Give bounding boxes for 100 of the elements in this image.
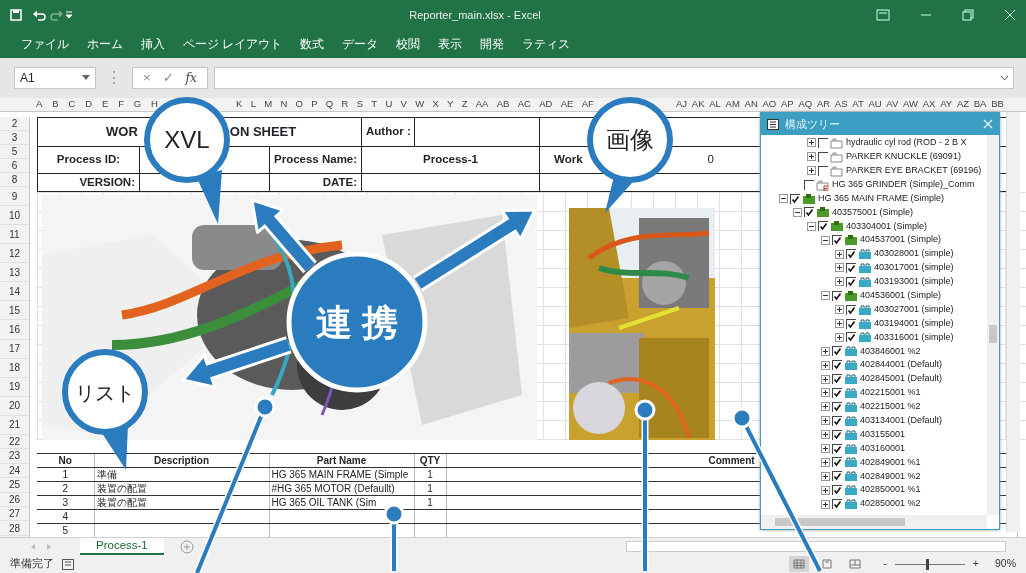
dropdown-icon[interactable]	[82, 75, 90, 81]
cancel-button[interactable]: ×	[143, 68, 151, 88]
tree-item[interactable]: PARKER KNUCKLE (69091)	[846, 150, 961, 164]
checkbox[interactable]	[832, 360, 842, 371]
tree-item[interactable]: 403575001 (Simple)	[832, 205, 914, 220]
checkbox[interactable]	[832, 401, 842, 412]
column-header[interactable]: AU	[867, 97, 883, 112]
ribbon-tab[interactable]: 挿入	[132, 35, 174, 53]
row-header[interactable]: 9	[0, 187, 29, 207]
expand-icon[interactable]	[821, 402, 830, 412]
tree-item[interactable]: 403160001	[860, 441, 906, 456]
column-header[interactable]: AL	[708, 97, 722, 112]
checkbox[interactable]	[832, 346, 842, 357]
collapse-icon[interactable]	[821, 291, 830, 301]
tree-item[interactable]: 402850001 %2	[860, 497, 921, 511]
zoom-in-button[interactable]: +	[972, 556, 979, 572]
column-header[interactable]: A	[35, 97, 44, 112]
customize-icon[interactable]	[64, 9, 74, 21]
view-button[interactable]	[789, 556, 810, 572]
column-header[interactable]: AZ	[955, 97, 970, 112]
column-header[interactable]: AE	[559, 97, 575, 112]
row-header[interactable]: 24	[0, 463, 29, 479]
expand-icon[interactable]	[821, 346, 830, 356]
zoom-level[interactable]: 90%	[995, 556, 1016, 572]
column-header[interactable]: H	[150, 97, 159, 112]
tree-item[interactable]: 403134001 (Default)	[860, 414, 943, 428]
row-header[interactable]: 20	[0, 396, 29, 416]
checkbox[interactable]	[818, 151, 828, 162]
row-header[interactable]: 13	[0, 263, 29, 283]
ribbon-tab[interactable]: データ	[333, 35, 388, 53]
row-header[interactable]: 6	[0, 159, 29, 173]
tree-item[interactable]: 403846001 %2	[860, 344, 921, 359]
column-header[interactable]: Z	[460, 97, 469, 112]
expand-icon[interactable]	[821, 471, 830, 481]
ribbon-tab[interactable]: ページ レイアウト	[174, 35, 292, 53]
sheet-tab[interactable]: Process-1	[80, 538, 164, 555]
expand-icon[interactable]	[835, 319, 844, 328]
row-header[interactable]: 27	[0, 506, 29, 522]
column-header[interactable]: AC	[516, 97, 532, 112]
column-header[interactable]: AQ	[797, 97, 814, 112]
row-header[interactable]: 18	[0, 358, 29, 378]
column-header[interactable]: AK	[690, 97, 706, 112]
expand-icon[interactable]	[807, 166, 816, 176]
checkbox[interactable]	[846, 318, 856, 329]
checkbox[interactable]	[832, 235, 842, 246]
tree-item[interactable]: 403316001 (simple)	[874, 330, 954, 345]
tree-item[interactable]: 403194001 (simple)	[874, 316, 954, 331]
checkbox[interactable]	[846, 304, 856, 315]
column-header[interactable]: E	[100, 97, 110, 112]
row-header[interactable]: 2	[0, 117, 29, 131]
expand-icon[interactable]	[821, 374, 830, 384]
expand-icon[interactable]	[821, 444, 830, 454]
row-header[interactable]: 11	[0, 225, 29, 245]
expand-icon[interactable]	[821, 457, 830, 467]
column-header[interactable]: BB	[990, 97, 1005, 112]
ribbon-tab[interactable]: 表示	[429, 35, 472, 53]
scrollbar[interactable]	[761, 515, 987, 529]
checkbox[interactable]	[832, 387, 842, 398]
column-header[interactable]: AJ	[675, 97, 689, 112]
checkbox[interactable]	[846, 276, 856, 287]
zoom-out-button[interactable]: -	[883, 556, 887, 572]
expand-icon[interactable]	[835, 305, 844, 315]
column-header[interactable]: AO	[761, 97, 778, 112]
row-header[interactable]: 14	[0, 282, 29, 302]
expand-icon[interactable]	[807, 152, 816, 162]
expand-icon[interactable]	[835, 277, 844, 287]
checkbox[interactable]	[832, 415, 842, 426]
macro-icon[interactable]	[62, 558, 74, 570]
column-header[interactable]: BA	[972, 97, 988, 112]
horizontal-scrollbar[interactable]	[626, 541, 1006, 552]
tree-item[interactable]: 402844001 (Default)	[860, 358, 943, 372]
checkbox[interactable]	[846, 332, 856, 343]
tree-item[interactable]: 402845001 (Default)	[860, 372, 943, 386]
row-header[interactable]: 16	[0, 320, 29, 340]
column-header[interactable]: L	[249, 97, 257, 112]
tree-item[interactable]: 402215001 %2	[860, 400, 921, 414]
tree-item[interactable]: 403028001 (simple)	[874, 247, 954, 261]
tree-item[interactable]: hydraulic cyl rod (ROD - 2 B X	[846, 136, 967, 150]
column-header[interactable]: AP	[780, 97, 795, 112]
checkbox[interactable]	[832, 471, 842, 482]
ribbon-tab[interactable]: 数式	[291, 35, 334, 53]
close-icon[interactable]	[1004, 9, 1016, 21]
tree-item[interactable]: 402849001 %1	[860, 455, 921, 470]
row-header[interactable]: 22	[0, 434, 29, 450]
column-header[interactable]: S	[355, 97, 365, 112]
collapse-icon[interactable]	[807, 221, 816, 231]
row-header[interactable]: 15	[0, 301, 29, 321]
ribbon-tab[interactable]: ファイル	[12, 35, 78, 53]
column-header[interactable]: R	[340, 97, 350, 112]
column-header[interactable]: O	[294, 97, 304, 112]
tree-item[interactable]: 403017001 (simple)	[874, 261, 954, 275]
expand-icon[interactable]	[807, 138, 816, 148]
row-header[interactable]: 10	[0, 206, 29, 226]
ribbon-display-icon[interactable]	[876, 9, 890, 21]
checkbox[interactable]	[804, 179, 814, 190]
column-header[interactable]: V	[399, 97, 408, 112]
checkbox[interactable]	[818, 221, 828, 232]
column-header[interactable]: AR	[815, 97, 832, 112]
column-header[interactable]: AN	[743, 97, 759, 112]
row-header[interactable]: 3	[0, 131, 29, 145]
